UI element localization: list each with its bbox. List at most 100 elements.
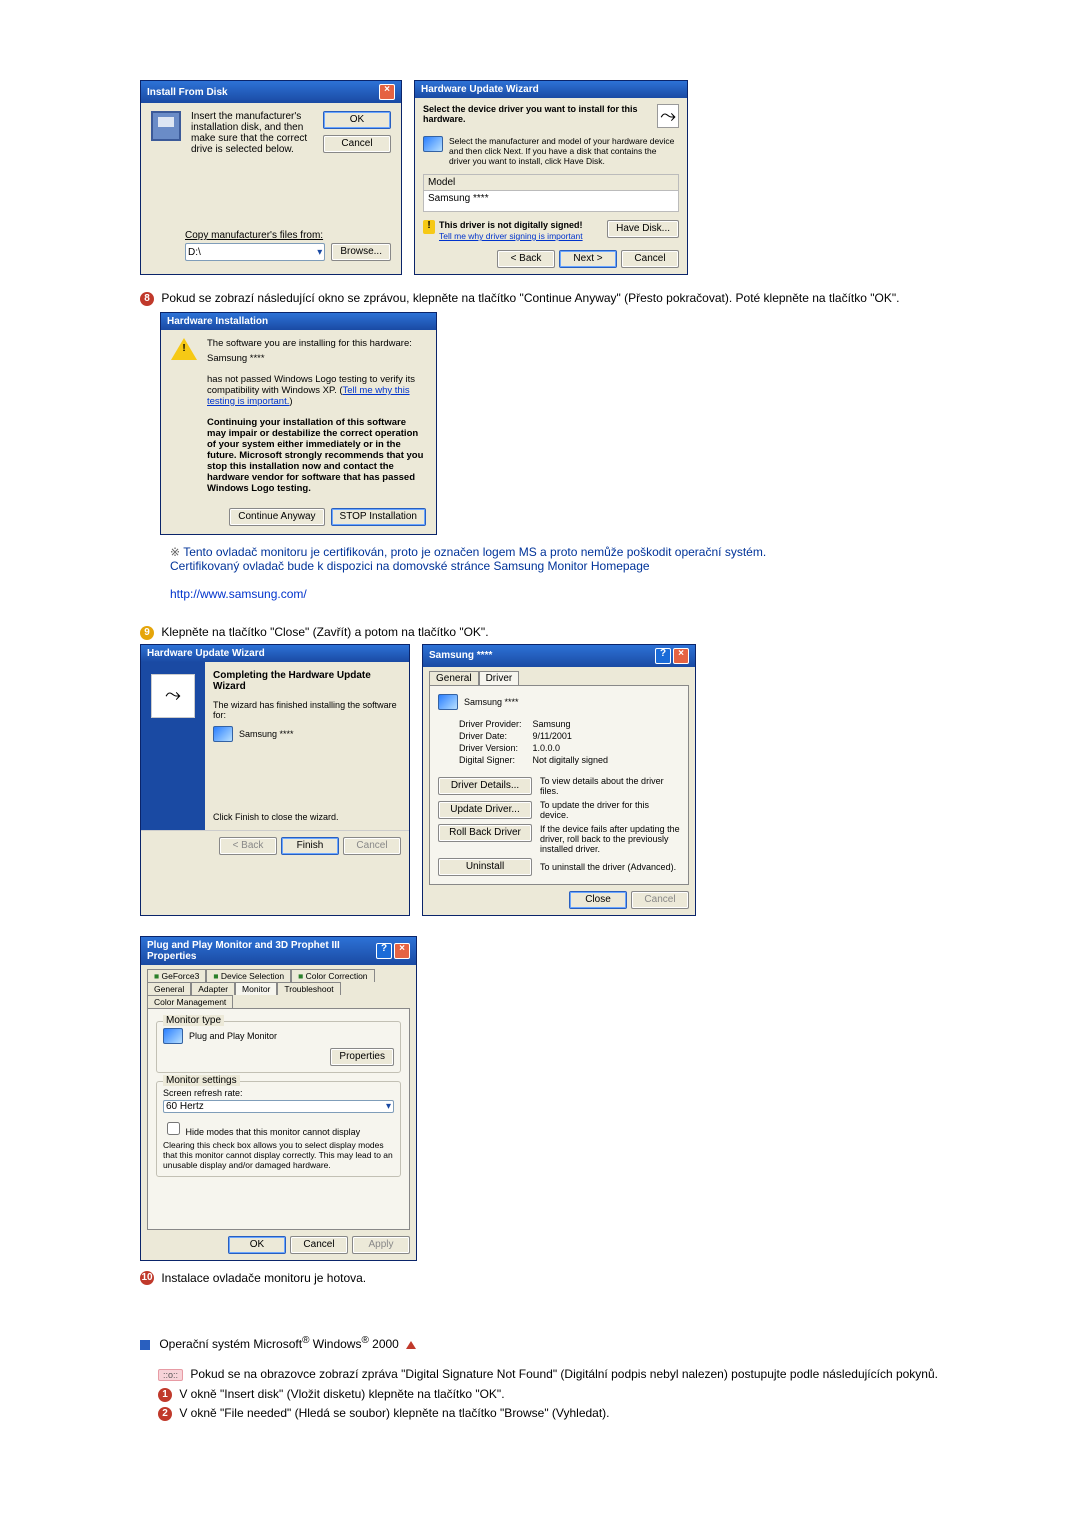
refresh-label: Screen refresh rate: [163, 1088, 394, 1098]
refresh-value: 60 Hertz [166, 1101, 204, 1112]
finished-text: The wizard has finished installing the s… [213, 700, 401, 720]
cancel-button: Cancel [343, 837, 401, 855]
tab-general[interactable]: General [429, 671, 479, 685]
monitor-icon [423, 136, 443, 152]
step-number-2: 2 [158, 1407, 172, 1421]
window-title: Hardware Update Wizard [421, 84, 539, 95]
provider-value: Samsung [532, 718, 610, 730]
window-title: Plug and Play Monitor and 3D Prophet III… [147, 940, 376, 962]
browse-button[interactable]: Browse... [331, 243, 391, 261]
finish-hint: Click Finish to close the wizard. [213, 812, 401, 822]
note-marker: ※ [170, 545, 180, 559]
date-label: Driver Date: [458, 730, 532, 742]
ok-button[interactable]: OK [228, 1236, 286, 1254]
refresh-rate-dropdown[interactable]: 60 Hertz ▾ [163, 1100, 394, 1113]
driver-details-desc: To view details about the driver files. [540, 776, 680, 796]
close-icon[interactable]: × [379, 84, 395, 100]
signer-label: Digital Signer: [458, 754, 532, 766]
samsung-url[interactable]: http://www.samsung.com/ [170, 587, 307, 601]
chevron-down-icon: ▾ [317, 247, 322, 258]
signer-value: Not digitally signed [532, 754, 610, 766]
step-number-8: 8 [140, 292, 154, 306]
cancel-button[interactable]: Cancel [323, 135, 391, 153]
finish-button[interactable]: Finish [281, 837, 339, 855]
hide-modes-desc: Clearing this check box allows you to se… [163, 1140, 394, 1170]
note-line-2: Certifikovaný ovladač bude k dispozici n… [170, 559, 650, 573]
os-2000-heading: Operační systém Microsoft® Windows® 2000 [140, 1335, 950, 1351]
uninstall-button[interactable]: Uninstall [438, 858, 532, 876]
tab-general[interactable]: General [147, 982, 191, 995]
wizard-heading: Completing the Hardware Update Wizard [213, 670, 371, 692]
step-8: 8 Pokud se zobrazí následující okno se z… [140, 291, 950, 306]
rollback-driver-button[interactable]: Roll Back Driver [438, 824, 532, 842]
monitor-settings-label: Monitor settings [163, 1075, 240, 1086]
install-from-disk-dialog: Install From Disk × Insert the manufactu… [140, 80, 402, 275]
ok-button[interactable]: OK [323, 111, 391, 129]
date-value: 9/11/2001 [532, 730, 610, 742]
back-button[interactable]: < Back [497, 250, 555, 268]
warning-text: Continuing your installation of this sof… [207, 417, 426, 494]
up-arrow-icon[interactable] [406, 1341, 416, 1349]
line-2: has not passed Windows Logo testing to v… [207, 374, 426, 407]
os-2000-intro: ::o:: Pokud se na obrazovce zobrazí zprá… [140, 1367, 950, 1381]
stop-installation-button[interactable]: STOP Installation [331, 508, 426, 526]
rollback-driver-desc: If the device fails after updating the d… [540, 824, 680, 854]
step-9: 9 Klepněte na tlačítko "Close" (Zavřít) … [140, 625, 950, 640]
device-name: Samsung **** [239, 729, 294, 739]
hide-modes-label: Hide modes that this monitor cannot disp… [186, 1127, 361, 1137]
properties-button[interactable]: Properties [330, 1048, 394, 1066]
window-title: Install From Disk [147, 87, 228, 98]
hide-modes-checkbox[interactable] [167, 1122, 180, 1135]
close-icon[interactable]: × [394, 943, 410, 959]
copy-files-label: Copy manufacturer's files from: [185, 230, 391, 241]
cancel-button[interactable]: Cancel [621, 250, 679, 268]
step-number-9: 9 [140, 626, 154, 640]
have-disk-button[interactable]: Have Disk... [607, 220, 679, 238]
section-bullet-icon [140, 1340, 150, 1350]
tab-geforce[interactable]: ■ GeForce3 [147, 969, 206, 982]
tab-troubleshoot[interactable]: Troubleshoot [277, 982, 340, 995]
monitor-type-value: Plug and Play Monitor [189, 1031, 277, 1041]
monitor-icon [213, 726, 233, 742]
not-signed-text: This driver is not digitally signed! [439, 220, 583, 230]
continue-anyway-button[interactable]: Continue Anyway [229, 508, 324, 526]
instruction-text: Insert the manufacturer's installation d… [191, 111, 313, 155]
model-value[interactable]: Samsung **** [424, 191, 678, 211]
os-2000-step-1: 1 V okně "Insert disk" (Vložit disketu) … [140, 1387, 950, 1402]
window-title: Hardware Update Wizard [147, 648, 265, 659]
help-icon[interactable]: ? [655, 648, 671, 664]
tab-driver[interactable]: Driver [479, 671, 520, 685]
monitor-type-label: Monitor type [163, 1015, 224, 1026]
why-signing-link[interactable]: Tell me why driver signing is important [439, 231, 583, 241]
update-driver-desc: To update the driver for this device. [540, 800, 680, 820]
certification-note: ※ Tento ovladač monitoru je certifikován… [140, 545, 950, 601]
step-10: 10 Instalace ovladače monitoru je hotova… [140, 1271, 950, 1286]
tab-monitor[interactable]: Monitor [235, 982, 277, 995]
window-title: Hardware Installation [167, 316, 268, 327]
tab-device-selection[interactable]: ■ Device Selection [206, 969, 291, 982]
tab-color-correction[interactable]: ■ Color Correction [291, 969, 374, 982]
cancel-button[interactable]: Cancel [290, 1236, 348, 1254]
update-driver-button[interactable]: Update Driver... [438, 801, 532, 819]
driver-properties-dialog: Samsung **** ? × General Driver Samsung … [422, 644, 696, 916]
help-icon[interactable]: ? [376, 943, 392, 959]
tab-adapter[interactable]: Adapter [191, 982, 235, 995]
next-button[interactable]: Next > [559, 250, 617, 268]
step-10-text: Instalace ovladače monitoru je hotova. [161, 1271, 366, 1285]
step-number-10: 10 [140, 1271, 154, 1285]
step-9-text: Klepněte na tlačítko "Close" (Zavřít) a … [161, 625, 488, 639]
apply-button: Apply [352, 1236, 410, 1254]
monitor-icon [163, 1028, 183, 1044]
floppy-icon [151, 111, 181, 141]
hardware-update-select-dialog: Hardware Update Wizard Select the device… [414, 80, 688, 275]
version-label: Driver Version: [458, 742, 532, 754]
tab-color-management[interactable]: Color Management [147, 995, 233, 1008]
close-button[interactable]: Close [569, 891, 627, 909]
monitor-icon [438, 694, 458, 710]
back-button: < Back [219, 837, 277, 855]
uninstall-desc: To uninstall the driver (Advanced). [540, 862, 676, 872]
drive-dropdown[interactable]: D:\ ▾ [185, 243, 325, 261]
close-icon[interactable]: × [673, 648, 689, 664]
driver-details-button[interactable]: Driver Details... [438, 777, 532, 795]
step-8-text: Pokud se zobrazí následující okno se zpr… [161, 291, 899, 305]
